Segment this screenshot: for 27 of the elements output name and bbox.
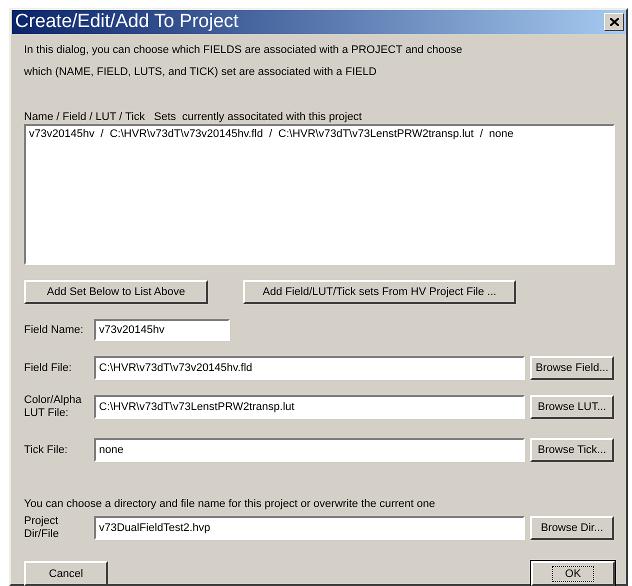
input-field[interactable]: C:\HVR\v73dT\v73LenstPRW2transp.lut [94,395,525,419]
intro-text: which (NAME, FIELD, LUTS, and TICK) set are associated with a FIELD [24,65,378,80]
list-item[interactable]: v73v20145hv / C:\HVR\v73dT\v73v20145hv.fld / C:\HVR\v73dT\v73LenstPRW2transp.lut / none [29,127,610,141]
intro-text: In this dialog, you can choose which FIELDS are associated with a PROJECT and choose [24,43,464,58]
field-label: Field Name: [24,324,84,336]
close-button[interactable] [604,13,624,31]
input-field[interactable]: v73v20145hv [94,319,230,341]
input-field[interactable]: v73DualFieldTest2.hvp [94,516,525,540]
project-note: You can choose a directory and file name for this project or overwrite the current one [24,497,436,511]
browse-button[interactable]: Browse Dir... [530,516,614,540]
browse-button[interactable]: Browse LUT... [530,395,614,419]
close-icon [610,18,618,26]
browse-button[interactable]: Browse Tick... [530,438,614,462]
input-field[interactable]: C:\HVR\v73dT\v73v20145hv.fld [94,356,525,380]
browse-button[interactable]: Browse Field... [530,356,614,380]
sets-list[interactable]: v73v20145hv / C:\HVR\v73dT\v73v20145hv.fld / C:\HVR\v73dT\v73LenstPRW2transp.lut / none [24,124,615,265]
dialog-button[interactable]: Cancel [24,561,108,586]
input-field[interactable]: none [94,438,525,462]
dialog-button[interactable]: OK [531,561,615,586]
window-title: Create/Edit/Add To Project [15,11,239,33]
field-label: Tick File: [24,444,69,456]
list-label: Name / Field / LUT / Tick Sets currently associtated with this project [24,110,363,124]
add-set-button[interactable]: Add Field/LUT/Tick sets From HV Project File ... [243,280,516,304]
field-label: Field File: [24,362,73,374]
field-label: Project Dir/File [24,515,60,541]
field-label: Color/Alpha LUT File: [24,394,82,420]
add-set-button[interactable]: Add Set Below to List Above [24,280,208,304]
